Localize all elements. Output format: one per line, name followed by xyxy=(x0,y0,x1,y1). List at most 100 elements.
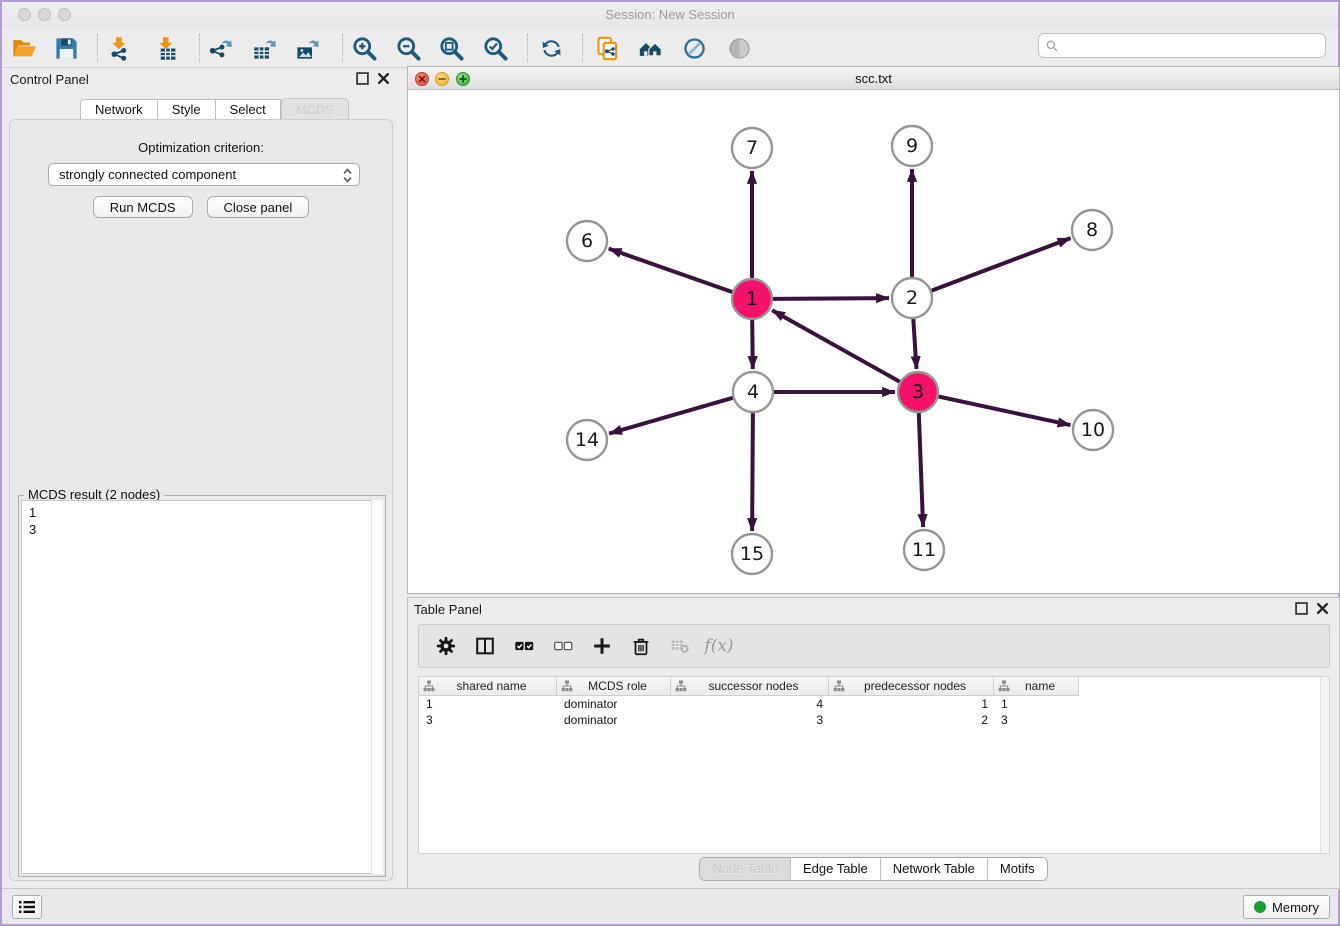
svg-text:8: 8 xyxy=(1086,219,1098,241)
run-mcds-button[interactable]: Run MCDS xyxy=(93,196,193,218)
search-icon xyxy=(1045,39,1059,53)
svg-text:4: 4 xyxy=(747,381,759,403)
graphics-details-button[interactable] xyxy=(721,31,757,65)
search-input[interactable] xyxy=(1059,39,1325,53)
network-window-titlebar[interactable]: scc.txt xyxy=(408,67,1339,90)
create-column-button[interactable] xyxy=(585,629,619,663)
svg-text:9: 9 xyxy=(906,135,918,157)
result-scrollbar[interactable] xyxy=(371,500,383,874)
edge-4-14[interactable] xyxy=(609,398,733,434)
node-table[interactable]: shared nameMCDS rolesuccessor nodesprede… xyxy=(418,676,1330,854)
apply-layout-button[interactable] xyxy=(533,31,569,65)
edge-2-3[interactable] xyxy=(913,319,916,369)
node-4[interactable]: 4 xyxy=(733,372,773,412)
edge-1-2[interactable] xyxy=(773,298,889,299)
tab-node-table[interactable]: Node Table xyxy=(700,858,790,880)
control-panel: Control Panel NetworkStyleSelectMCDS Opt… xyxy=(4,70,398,890)
zoom-in-button[interactable] xyxy=(346,31,382,65)
edge-4-15[interactable] xyxy=(752,413,753,531)
node-1[interactable]: 1 xyxy=(732,279,772,319)
column-header-successor-nodes[interactable]: successor nodes xyxy=(671,677,829,696)
svg-text:1: 1 xyxy=(746,288,758,310)
export-table-button[interactable] xyxy=(246,31,282,65)
table-row[interactable]: 3dominator323 xyxy=(419,712,1329,728)
hide-selected-button[interactable] xyxy=(676,31,712,65)
table-cell: 3 xyxy=(419,712,557,728)
export-image-button[interactable] xyxy=(289,31,325,65)
criterion-select[interactable]: strongly connected component xyxy=(48,163,360,186)
close-panel-button[interactable]: Close panel xyxy=(207,196,310,218)
panel-splitter[interactable] xyxy=(399,70,406,890)
zoom-fit-button[interactable] xyxy=(433,31,469,65)
edge-2-8[interactable] xyxy=(932,238,1071,291)
close-table-panel-icon[interactable] xyxy=(1316,602,1329,615)
table-scrollbar[interactable] xyxy=(1320,677,1329,853)
save-session-button[interactable] xyxy=(48,31,84,65)
tab-motifs[interactable]: Motifs xyxy=(987,858,1047,880)
node-15[interactable]: 15 xyxy=(732,534,772,574)
float-table-panel-icon[interactable] xyxy=(1295,602,1308,615)
node-9[interactable]: 9 xyxy=(892,126,932,166)
select-all-columns-button[interactable] xyxy=(507,629,541,663)
import-table-icon xyxy=(154,35,181,62)
node-6[interactable]: 6 xyxy=(567,221,607,261)
toolbar-separator xyxy=(342,34,343,62)
node-10[interactable]: 10 xyxy=(1073,410,1113,450)
tab-select[interactable]: Select xyxy=(216,99,281,120)
memory-button[interactable]: Memory xyxy=(1243,895,1330,919)
edge-3-10[interactable] xyxy=(939,397,1071,426)
delete-table-icon xyxy=(669,635,691,657)
result-line: 3 xyxy=(29,521,382,538)
table-cell: 1 xyxy=(829,696,994,712)
window-title: Session: New Session xyxy=(2,7,1338,22)
node-11[interactable]: 11 xyxy=(904,530,944,570)
close-panel-icon[interactable] xyxy=(377,72,390,85)
deselect-all-columns-button[interactable] xyxy=(546,629,580,663)
tab-network-table[interactable]: Network Table xyxy=(880,858,987,880)
edge-1-4[interactable] xyxy=(752,320,753,369)
show-columns-button[interactable] xyxy=(468,629,502,663)
tab-style[interactable]: Style xyxy=(158,99,216,120)
network-canvas[interactable]: 7 9 6 8 1 2 4 3 14 10 15 11 xyxy=(408,90,1339,593)
toolbar-separator xyxy=(97,34,98,62)
function-builder-button: f(x) xyxy=(702,629,736,663)
svg-text:3: 3 xyxy=(912,381,924,403)
delete-columns-button[interactable] xyxy=(624,629,658,663)
open-file-button[interactable] xyxy=(6,31,42,65)
save-session-icon xyxy=(53,35,80,62)
node-2[interactable]: 2 xyxy=(892,278,932,318)
first-neighbors-button[interactable] xyxy=(632,31,668,65)
column-header-shared-name[interactable]: shared name xyxy=(419,677,557,696)
tab-network[interactable]: Network xyxy=(80,99,158,120)
edge-3-1[interactable] xyxy=(772,310,900,382)
search-box[interactable] xyxy=(1038,33,1326,58)
task-history-button[interactable] xyxy=(12,895,42,919)
new-network-from-selection-button[interactable] xyxy=(589,31,625,65)
column-header-MCDS-role[interactable]: MCDS role xyxy=(557,677,671,696)
table-settings-button[interactable] xyxy=(429,629,463,663)
mcds-result-box: MCDS result (2 nodes) 13 xyxy=(18,495,386,877)
node-3[interactable]: 3 xyxy=(898,372,938,412)
node-14[interactable]: 14 xyxy=(567,420,607,460)
zoom-out-button[interactable] xyxy=(390,31,426,65)
export-network-button[interactable] xyxy=(202,31,238,65)
zoom-selected-button[interactable] xyxy=(477,31,513,65)
tab-mcds[interactable]: MCDS xyxy=(281,98,349,120)
node-8[interactable]: 8 xyxy=(1072,210,1112,250)
import-network-button[interactable] xyxy=(102,31,138,65)
table-cell: dominator xyxy=(557,712,671,728)
import-table-button[interactable] xyxy=(149,31,185,65)
table-row[interactable]: 1dominator411 xyxy=(419,696,1329,712)
column-header-predecessor-nodes[interactable]: predecessor nodes xyxy=(829,677,994,696)
apply-layout-icon xyxy=(538,35,565,62)
float-panel-icon[interactable] xyxy=(356,72,369,85)
table-settings-icon xyxy=(435,635,457,657)
zoom-in-icon xyxy=(351,35,378,62)
edge-3-11[interactable] xyxy=(919,413,923,527)
column-header-name[interactable]: name xyxy=(994,677,1079,696)
open-file-icon xyxy=(11,35,38,62)
tab-edge-table[interactable]: Edge Table xyxy=(790,858,880,880)
edge-1-6[interactable] xyxy=(609,249,733,292)
delete-table-button xyxy=(663,629,697,663)
node-7[interactable]: 7 xyxy=(732,128,772,168)
